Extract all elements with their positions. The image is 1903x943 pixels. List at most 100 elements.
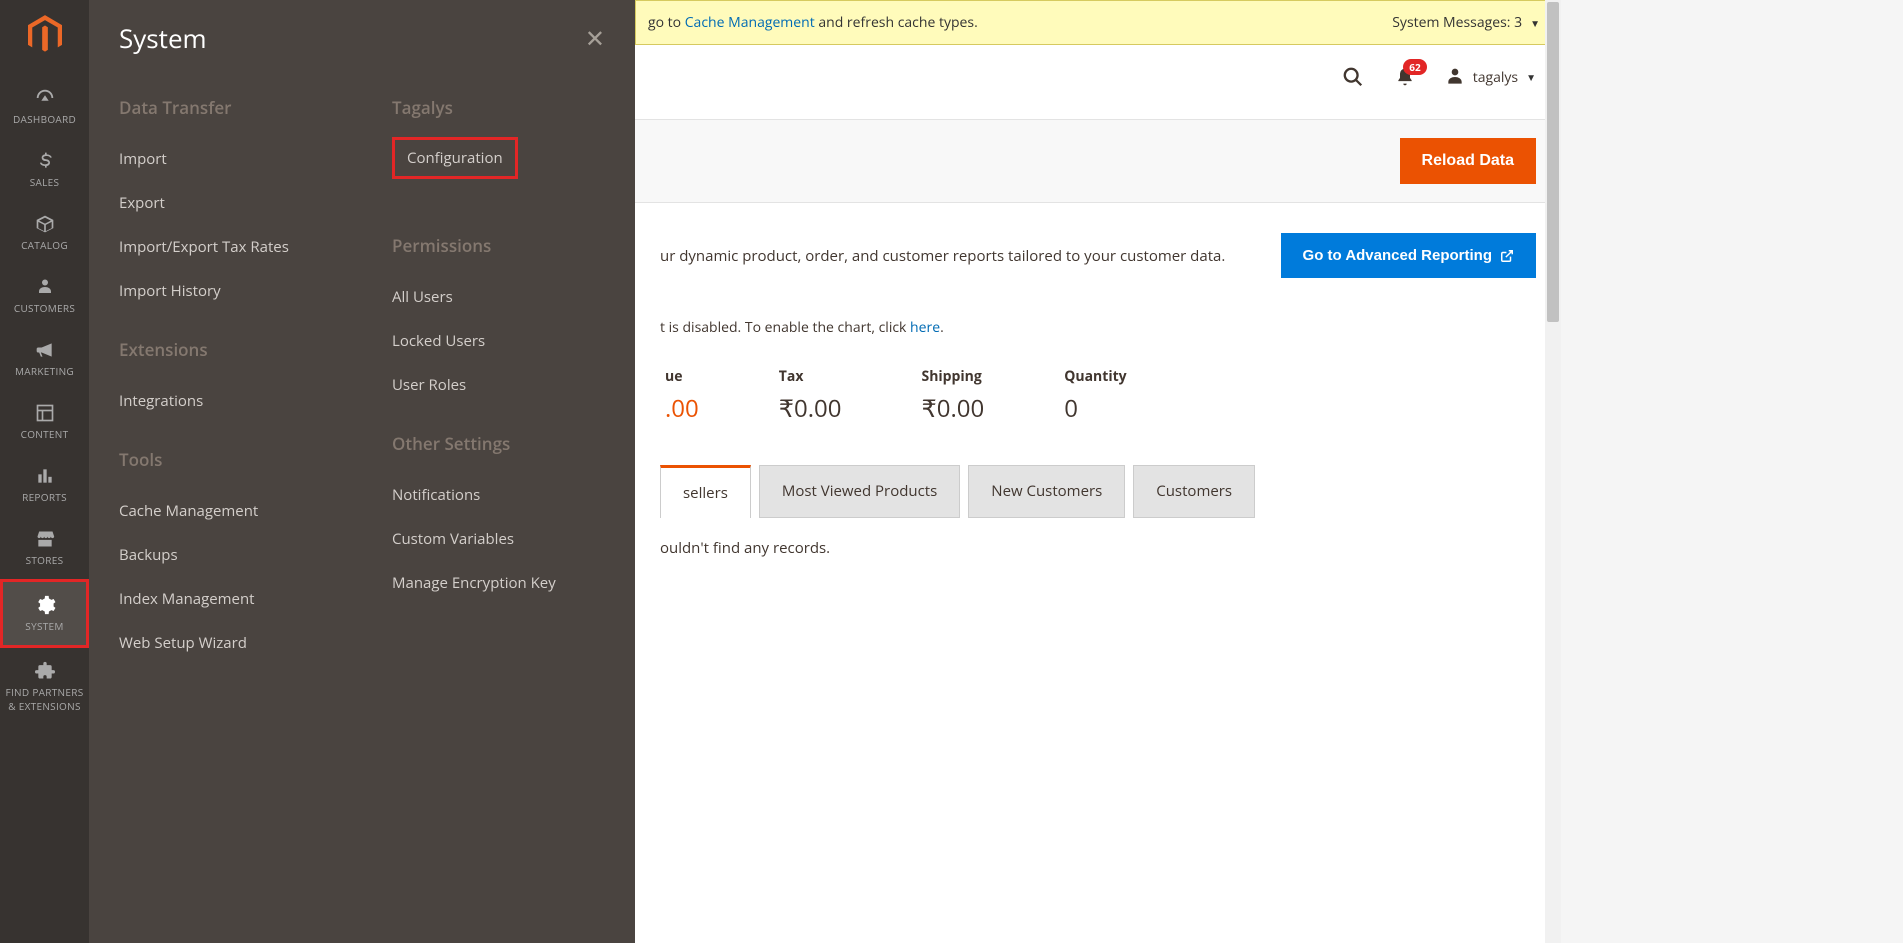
menu-notifications[interactable]: Notifications: [392, 473, 605, 517]
store-icon: [34, 528, 56, 550]
chevron-down-icon: ▼: [1530, 16, 1540, 30]
menu-integrations[interactable]: Integrations: [119, 379, 332, 423]
nav-catalog[interactable]: CATALOG: [0, 201, 89, 264]
nav-label: CUSTOMERS: [14, 301, 75, 315]
menu-encryption-key[interactable]: Manage Encryption Key: [392, 561, 605, 605]
tab-new-customers[interactable]: New Customers: [968, 465, 1125, 518]
gear-icon: [34, 594, 56, 616]
nav-label: SALES: [30, 175, 60, 189]
nav-label: DASHBOARD: [13, 112, 76, 126]
nav-content[interactable]: CONTENT: [0, 390, 89, 453]
cache-management-link[interactable]: Cache Management: [685, 13, 815, 32]
nav-dashboard[interactable]: DASHBOARD: [0, 75, 89, 138]
tab-most-viewed[interactable]: Most Viewed Products: [759, 465, 960, 518]
no-records-text: ouldn't find any records.: [660, 518, 1536, 578]
nav-partners[interactable]: FIND PARTNERS & EXTENSIONS: [0, 648, 89, 725]
tab-customers[interactable]: Customers: [1133, 465, 1255, 518]
dashboard-tabs: sellers Most Viewed Products New Custome…: [660, 465, 1536, 518]
menu-all-users[interactable]: All Users: [392, 275, 605, 319]
system-messages-label: System Messages: 3: [1392, 13, 1522, 32]
stat-label: Shipping: [922, 367, 985, 386]
advanced-reporting-button[interactable]: Go to Advanced Reporting: [1281, 233, 1536, 278]
stat-value: 0: [1064, 392, 1126, 425]
menu-importexport-tax[interactable]: Import/Export Tax Rates: [119, 225, 332, 269]
menu-web-setup[interactable]: Web Setup Wizard: [119, 621, 332, 665]
nav-label: SYSTEM: [25, 619, 63, 633]
scrollbar-thumb[interactable]: [1547, 2, 1559, 322]
dollar-icon: [34, 150, 56, 172]
avatar-icon: [1445, 67, 1465, 87]
group-extensions: Extensions: [119, 338, 332, 361]
nav-system[interactable]: SYSTEM: [0, 579, 89, 648]
stats-row: ue .00 Tax ₹0.00 Shipping ₹0.00 Quantity…: [660, 367, 1536, 425]
admin-sidebar: DASHBOARD SALES CATALOG CUSTOMERS MARKET…: [0, 0, 89, 943]
reload-data-button[interactable]: Reload Data: [1400, 138, 1536, 184]
nav-customers[interactable]: CUSTOMERS: [0, 264, 89, 327]
flyout-title: System: [119, 20, 207, 56]
stat-label: ue: [665, 367, 699, 386]
stat-tax: Tax ₹0.00: [779, 367, 842, 425]
stat-label: Tax: [779, 367, 842, 386]
nav-label: MARKETING: [15, 364, 74, 378]
toolbar: Reload Data: [635, 119, 1561, 203]
notif-suffix: and refresh cache types.: [815, 13, 978, 32]
stat-quantity: Quantity 0: [1064, 367, 1126, 425]
tab-bestsellers[interactable]: sellers: [660, 465, 751, 518]
notifications-icon[interactable]: 62: [1393, 65, 1417, 89]
puzzle-icon: [34, 660, 56, 682]
bars-icon: [34, 465, 56, 487]
nav-label: CATALOG: [21, 238, 68, 252]
notif-prefix: go to: [648, 13, 685, 32]
scrollbar-track[interactable]: [1545, 0, 1561, 943]
admin-header: 62 tagalys ▼: [635, 45, 1561, 89]
system-flyout: System ✕ Data Transfer Import Export Imp…: [89, 0, 635, 943]
stat-value: ₹0.00: [922, 392, 985, 425]
menu-index-management[interactable]: Index Management: [119, 577, 332, 621]
menu-custom-variables[interactable]: Custom Variables: [392, 517, 605, 561]
layout-icon: [34, 402, 56, 424]
user-name: tagalys: [1473, 68, 1518, 87]
megaphone-icon: [34, 339, 56, 361]
stat-revenue: ue .00: [665, 367, 699, 425]
menu-configuration[interactable]: Configuration: [392, 137, 518, 179]
stat-shipping: Shipping ₹0.00: [922, 367, 985, 425]
person-icon: [34, 276, 56, 298]
magento-logo[interactable]: [25, 15, 65, 55]
system-message-bar: go to Cache Management and refresh cache…: [635, 0, 1561, 45]
menu-import[interactable]: Import: [119, 137, 332, 181]
notification-badge: 62: [1403, 59, 1426, 75]
menu-cache-management[interactable]: Cache Management: [119, 489, 332, 533]
menu-export[interactable]: Export: [119, 181, 332, 225]
group-permissions: Permissions: [392, 234, 605, 257]
menu-backups[interactable]: Backups: [119, 533, 332, 577]
external-link-icon: [1500, 249, 1514, 263]
chart-disabled-note: t is disabled. To enable the chart, clic…: [660, 318, 1536, 337]
nav-marketing[interactable]: MARKETING: [0, 327, 89, 390]
button-label: Go to Advanced Reporting: [1303, 247, 1492, 264]
stat-label: Quantity: [1064, 367, 1126, 386]
nav-label: CONTENT: [21, 427, 69, 441]
close-icon[interactable]: ✕: [585, 22, 605, 55]
advanced-reporting-text: ur dynamic product, order, and customer …: [660, 246, 1225, 266]
user-menu[interactable]: tagalys ▼: [1445, 67, 1536, 87]
group-other-settings: Other Settings: [392, 432, 605, 455]
group-tools: Tools: [119, 448, 332, 471]
search-icon[interactable]: [1341, 65, 1365, 89]
system-messages-toggle[interactable]: System Messages: 3 ▼: [1392, 13, 1540, 32]
main-content: go to Cache Management and refresh cache…: [635, 0, 1561, 943]
menu-import-history[interactable]: Import History: [119, 269, 332, 313]
nav-stores[interactable]: STORES: [0, 516, 89, 579]
box-icon: [34, 213, 56, 235]
nav-reports[interactable]: REPORTS: [0, 453, 89, 516]
menu-user-roles[interactable]: User Roles: [392, 363, 605, 407]
group-data-transfer: Data Transfer: [119, 96, 332, 119]
nav-label: STORES: [26, 553, 64, 567]
enable-chart-link[interactable]: here: [910, 318, 940, 337]
stat-value: ₹0.00: [779, 392, 842, 425]
stat-value: .00: [665, 392, 699, 425]
menu-locked-users[interactable]: Locked Users: [392, 319, 605, 363]
nav-sales[interactable]: SALES: [0, 138, 89, 201]
nav-label: FIND PARTNERS & EXTENSIONS: [4, 685, 85, 713]
chevron-down-icon: ▼: [1526, 70, 1536, 84]
group-tagalys: Tagalys: [392, 96, 605, 119]
